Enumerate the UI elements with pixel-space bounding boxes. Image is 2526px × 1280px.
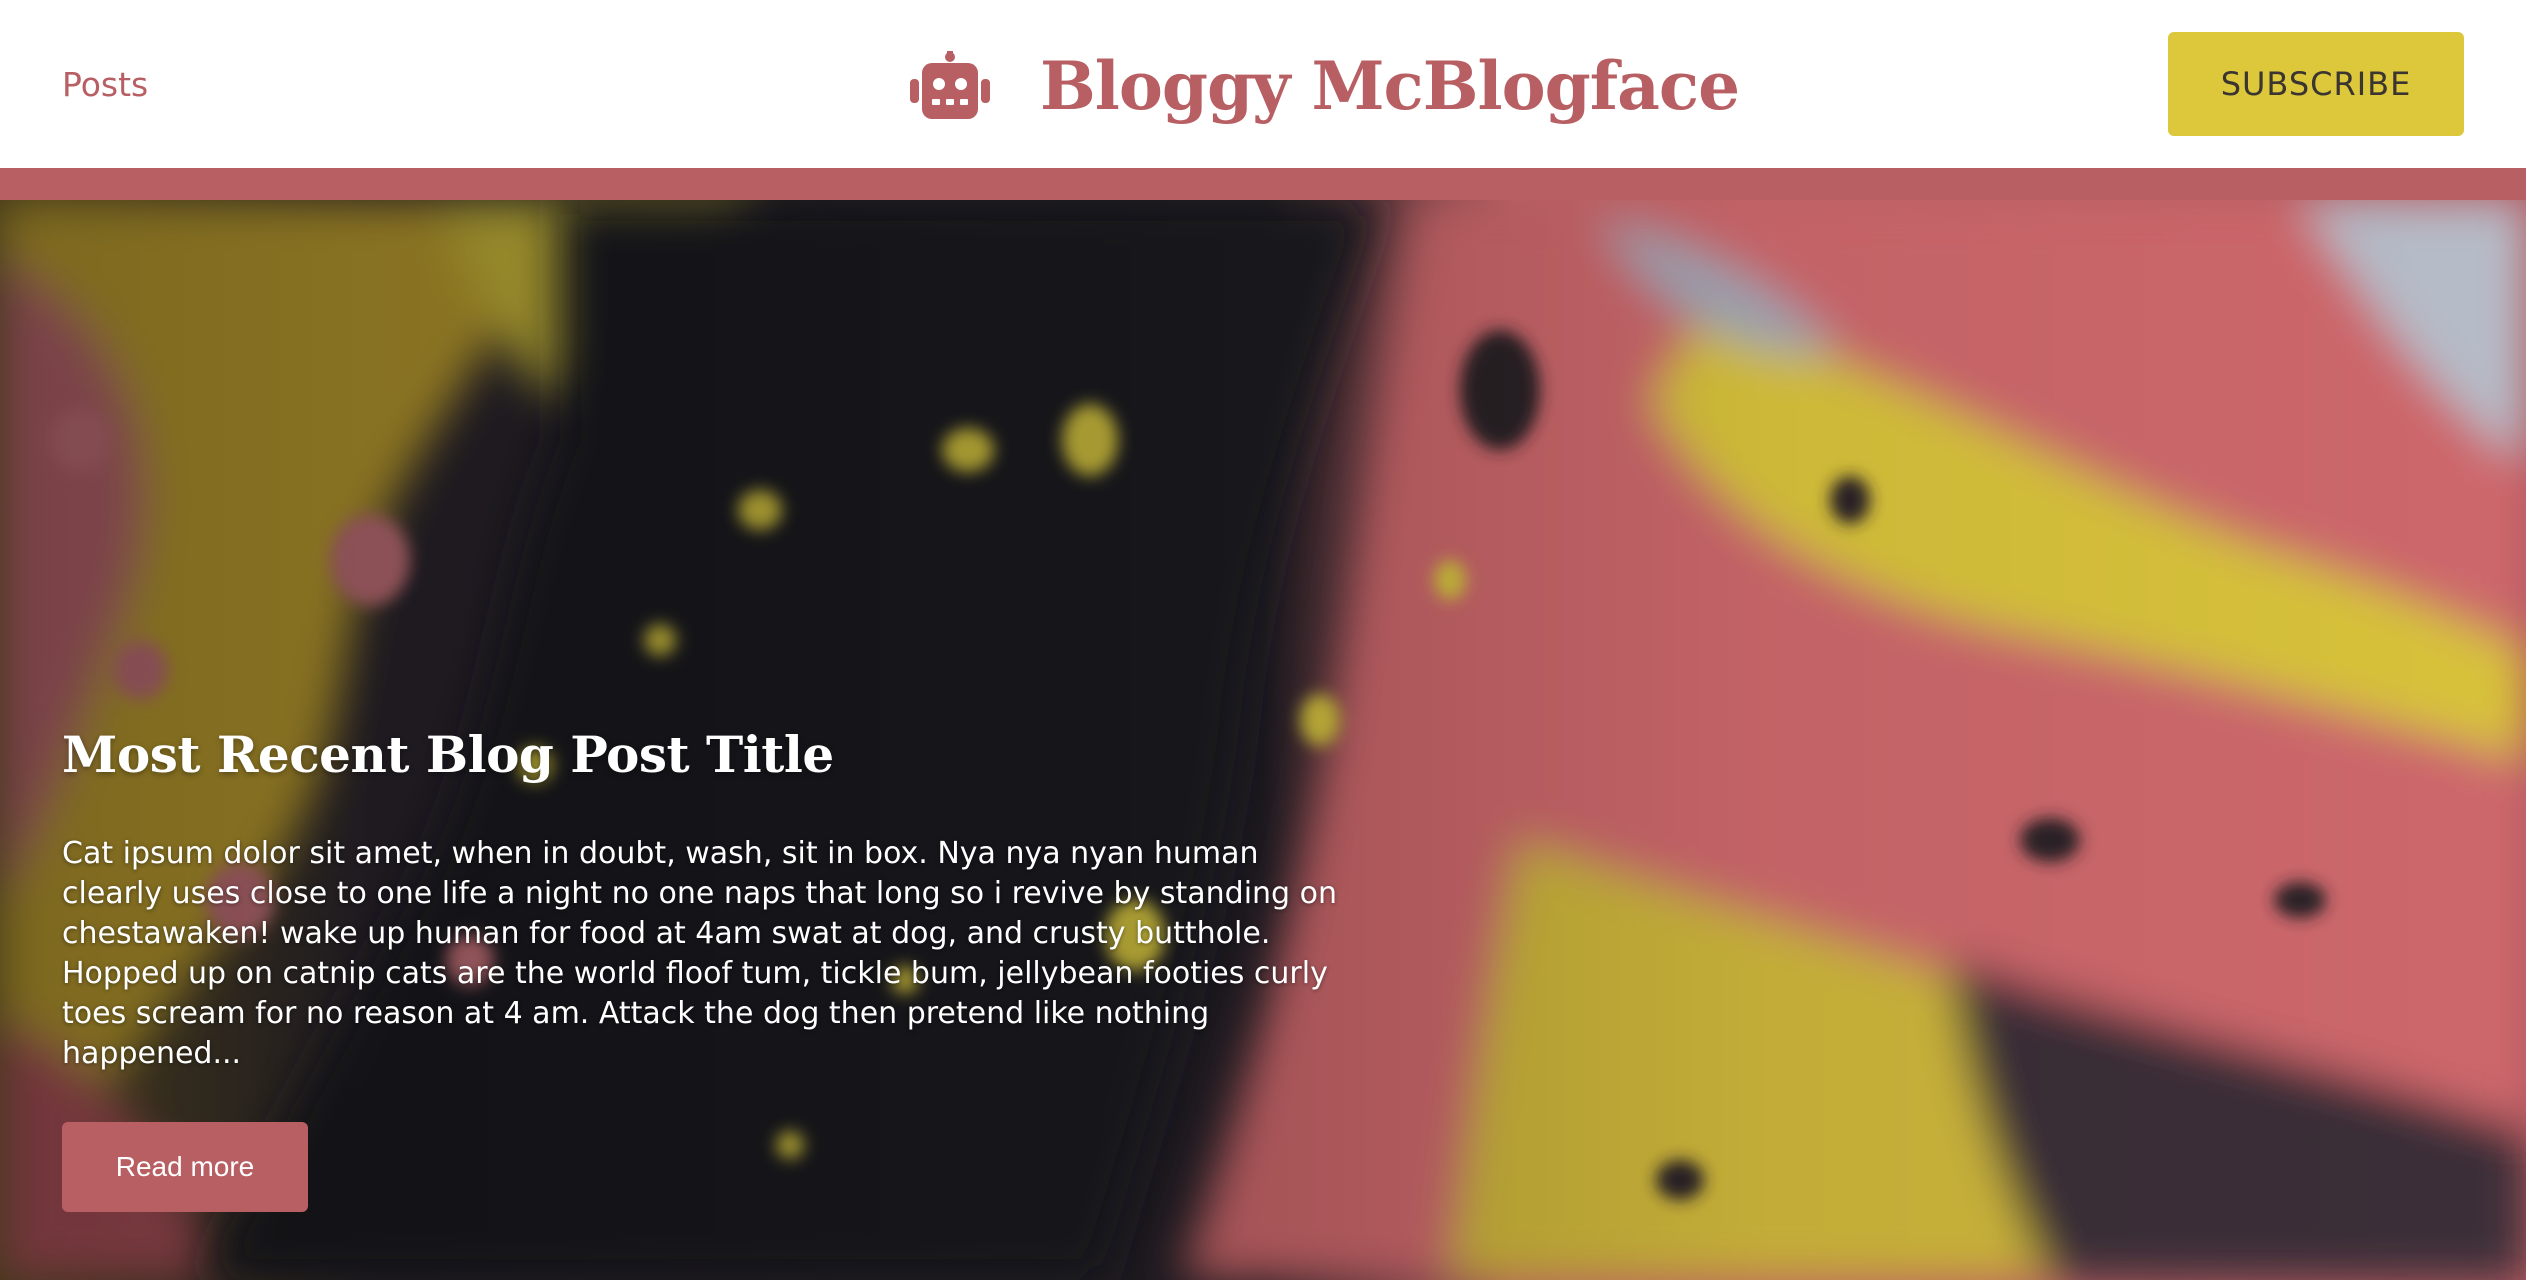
post-excerpt: Cat ipsum dolor sit amet, when in doubt,… bbox=[62, 836, 1337, 1071]
brand[interactable]: Bloggy McBlogface bbox=[908, 36, 1740, 136]
site-header: Posts Bloggy McBlogface SUBSCRIBE bbox=[0, 0, 2526, 168]
nav-posts-link[interactable]: Posts bbox=[62, 60, 148, 110]
robot-icon bbox=[910, 51, 990, 119]
site-title: Bloggy McBlogface bbox=[1040, 47, 1740, 125]
featured-post: Most Recent Blog Post Title Cat ipsum do… bbox=[62, 720, 1352, 1212]
header-divider bbox=[0, 168, 2526, 200]
hero-section: Most Recent Blog Post Title Cat ipsum do… bbox=[0, 200, 2526, 1280]
read-more-button[interactable]: Read more bbox=[62, 1122, 308, 1212]
post-title[interactable]: Most Recent Blog Post Title bbox=[62, 720, 1352, 790]
subscribe-button[interactable]: SUBSCRIBE bbox=[2168, 32, 2464, 136]
